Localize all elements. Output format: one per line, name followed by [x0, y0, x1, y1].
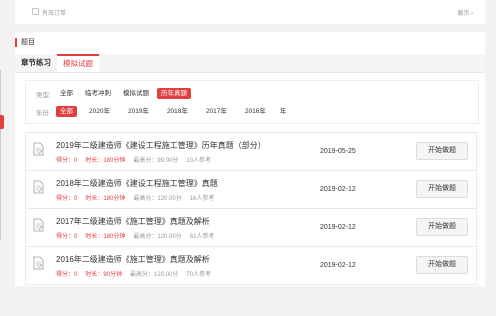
expand-link[interactable]: 展示 ›: [457, 8, 473, 17]
document-edit-icon: [33, 218, 44, 232]
exam-max-score: 最高分：120.00分: [133, 234, 182, 240]
exam-duration: 时长：180分钟: [85, 158, 126, 164]
type-chip-all[interactable]: 全部: [56, 88, 77, 99]
exam-participants: 70人参考: [186, 272, 212, 278]
year-chip-all[interactable]: 全部: [56, 106, 77, 117]
year-chip-2017[interactable]: 2017年: [202, 106, 231, 117]
exam-max-score: 最高分：120.00分: [130, 272, 179, 278]
exam-date: 2019-02-12: [320, 224, 356, 231]
filter-box: 类型: 全部 临考冲刺 模拟试题 历年真题 年份: 全部 2020年 2019年…: [25, 80, 479, 124]
list-item: 2018年二级建造师《建设工程施工管理》真题 得分：0 时长：180分钟 最高分…: [25, 170, 477, 208]
start-exam-button[interactable]: 开始做题: [416, 180, 468, 198]
exam-meta: 得分：0 时长：180分钟 最高分：120.00分 16人参考: [56, 193, 214, 202]
year-chip-2020[interactable]: 2020年: [85, 106, 114, 117]
exam-meta: 得分：0 时长：90分钟 最高分：120.00分 70人参考: [56, 269, 211, 278]
exam-participants: 16人参考: [189, 196, 215, 202]
exam-duration: 时长：180分钟: [85, 234, 126, 240]
exam-participants: 10人参考: [186, 158, 212, 164]
left-edge-marker: [0, 115, 4, 129]
tab-mock-exam[interactable]: 模拟试题: [57, 54, 99, 72]
expand-text[interactable]: 展示 ›: [457, 8, 473, 17]
type-filter-row: 类型: 全部 临考冲刺 模拟试题 历年真题: [36, 88, 191, 99]
document-edit-icon: [33, 256, 44, 270]
section-marker: [15, 37, 17, 47]
left-edge-line: [0, 70, 1, 240]
exam-duration: 时长：180分钟: [85, 196, 126, 202]
start-exam-button[interactable]: 开始做题: [416, 256, 468, 274]
exam-score: 得分：0: [56, 158, 78, 164]
order-text: 有效订单: [42, 11, 67, 17]
exam-title[interactable]: 2018年二级建造师《建设工程施工管理》真题: [56, 178, 218, 189]
exam-date: 2019-05-25: [320, 148, 356, 155]
year-chip-more[interactable]: 年: [276, 106, 291, 117]
year-chip-2018[interactable]: 2018年: [163, 106, 192, 117]
tab-chapter-practice[interactable]: 章节练习: [15, 54, 57, 72]
start-exam-button[interactable]: 开始做题: [416, 218, 468, 236]
type-filter-label: 类型:: [36, 91, 51, 99]
exam-max-score: 最高分：120.00分: [133, 196, 182, 202]
exam-meta: 得分：0 时长：180分钟 最高分：120.00分 61人参考: [56, 231, 214, 240]
exam-duration: 时长：90分钟: [85, 272, 123, 278]
section-title: 题目: [15, 36, 35, 48]
year-filter-label: 年份:: [36, 109, 51, 117]
order-label: 有效订单: [32, 8, 66, 17]
exam-list: 2019年二级建造师《建设工程施工管理》历年真题（部分） 得分：0 时长：180…: [25, 132, 477, 285]
type-chip-sprint[interactable]: 临考冲刺: [81, 88, 115, 99]
list-item: 2017年二级建造师《施工管理》真题及解析 得分：0 时长：180分钟 最高分：…: [25, 208, 477, 246]
year-chip-2019[interactable]: 2019年: [124, 106, 153, 117]
exam-title[interactable]: 2019年二级建造师《建设工程施工管理》历年真题（部分）: [56, 140, 266, 151]
order-icon: [32, 8, 39, 17]
section-title-text: 题目: [21, 39, 35, 46]
exam-title[interactable]: 2017年二级建造师《施工管理》真题及解析: [56, 216, 210, 227]
tab-bar: 章节练习 模拟试题: [15, 54, 485, 73]
document-edit-icon: [33, 180, 44, 194]
list-item: 2019年二级建造师《建设工程施工管理》历年真题（部分） 得分：0 时长：180…: [25, 132, 477, 170]
exam-score: 得分：0: [56, 234, 78, 240]
document-edit-icon: [33, 142, 44, 156]
exam-max-score: 最高分：99.00分: [133, 158, 179, 164]
exam-date: 2019-02-12: [320, 262, 356, 269]
order-bar: 有效订单 展示 ›: [15, 0, 485, 25]
type-chip-mock[interactable]: 模拟试题: [119, 88, 153, 99]
type-chip-past[interactable]: 历年真题: [157, 88, 191, 99]
start-exam-button[interactable]: 开始做题: [416, 142, 468, 160]
exam-participants: 61人参考: [189, 234, 215, 240]
exam-date: 2019-02-12: [320, 186, 356, 193]
list-item: 2016年二级建造师《施工管理》真题及解析 得分：0 时长：90分钟 最高分：1…: [25, 246, 477, 285]
exam-score: 得分：0: [56, 272, 78, 278]
exam-meta: 得分：0 时长：180分钟 最高分：99.00分 10人参考: [56, 155, 211, 164]
year-chip-2016[interactable]: 2016年: [241, 106, 270, 117]
exam-score: 得分：0: [56, 196, 78, 202]
question-panel: 题目 章节练习 模拟试题 类型: 全部 临考冲刺 模拟试题 历年真题 年份: 全…: [15, 32, 485, 286]
year-filter-row: 年份: 全部 2020年 2019年 2018年 2017年 2016年 年: [36, 106, 290, 117]
exam-title[interactable]: 2016年二级建造师《施工管理》真题及解析: [56, 254, 210, 265]
